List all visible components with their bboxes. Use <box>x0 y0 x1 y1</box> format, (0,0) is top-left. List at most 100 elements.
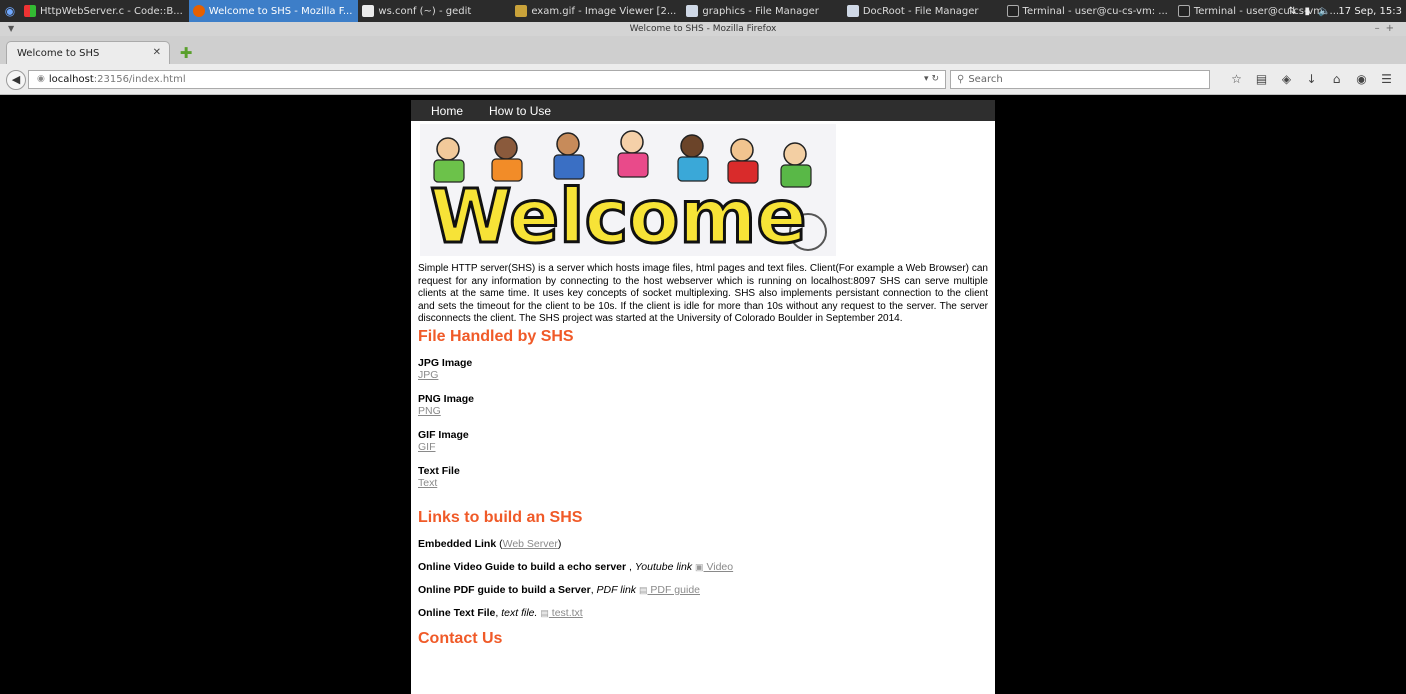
image-viewer-icon <box>515 5 528 17</box>
welcome-banner-art: Welcome <box>420 124 836 256</box>
file-type-jpg: JPG Image JPG <box>418 357 988 382</box>
home-icon[interactable]: ⌂ <box>1324 70 1349 89</box>
close-icon[interactable]: ✕ <box>153 47 161 58</box>
os-taskbar: ◉ HttpWebServer.c - Code::B... Welcome t… <box>0 0 1406 22</box>
video-icon: ▣ <box>695 561 704 572</box>
file-type-png: PNG Image PNG <box>418 393 988 418</box>
dropdown-icon[interactable]: ▾ <box>924 74 929 84</box>
taskbar-item-firefox[interactable]: Welcome to SHS - Mozilla F... <box>188 0 359 22</box>
pdf-guide-link[interactable]: PDF guide <box>647 584 700 596</box>
text-link[interactable]: Text <box>418 477 437 489</box>
back-button[interactable]: ◀ <box>6 70 26 90</box>
video-link[interactable]: Video <box>704 561 733 573</box>
pdf-guide-row: Online PDF guide to build a Server, PDF … <box>418 584 988 596</box>
chat-icon[interactable]: ◉ <box>1349 70 1374 89</box>
text-file-row: Online Text File, text file. ▤ test.txt <box>418 607 988 619</box>
file-type-title: PNG Image <box>418 392 475 405</box>
intro-paragraph: Simple HTTP server(SHS) is a server whic… <box>418 263 988 325</box>
terminal-icon <box>1006 5 1019 17</box>
reload-icon[interactable]: ↻ <box>931 74 939 84</box>
test-txt-link[interactable]: test.txt <box>549 607 583 619</box>
bookmark-star-icon[interactable]: ☆ <box>1224 70 1249 89</box>
nav-how-to-use-link[interactable]: How to Use <box>489 104 551 118</box>
welcome-banner-image: Welcome <box>420 124 836 256</box>
text-file-title: Online Text File <box>418 606 496 619</box>
site-nav: Home How to Use <box>411 100 995 121</box>
hamburger-menu-icon[interactable]: ☰ <box>1374 70 1399 89</box>
new-tab-icon[interactable]: ✚ <box>178 45 194 61</box>
pocket-icon[interactable]: ◈ <box>1274 70 1299 89</box>
pdf-guide-desc: PDF link <box>596 583 637 596</box>
welcome-banner-text: Welcome <box>430 174 807 256</box>
volume-icon[interactable]: 🔈 <box>1318 6 1330 17</box>
pdf-guide-title: Online PDF guide to build a Server <box>418 583 591 596</box>
taskbar-item-label: exam.gif - Image Viewer [2... <box>531 5 677 17</box>
url-bar[interactable]: ◉ localhost :23156/index.html ▾ ↻ <box>28 70 946 89</box>
file-type-title: GIF Image <box>418 428 469 441</box>
clock[interactable]: 17 Sep, 15:3 <box>1338 6 1402 17</box>
taskbar-item-codeblocks[interactable]: HttpWebServer.c - Code::B... <box>20 0 189 22</box>
nav-home-link[interactable]: Home <box>431 104 463 118</box>
tab-title: Welcome to SHS <box>17 47 100 59</box>
file-type-text: Text File Text <box>418 465 988 490</box>
search-icon: ⚲ <box>957 74 965 85</box>
embedded-link-title: Embedded Link <box>418 537 497 550</box>
globe-icon: ◉ <box>37 74 45 84</box>
taskbar-item-label: ws.conf (~) - gedit <box>378 5 472 17</box>
embedded-link-row: Embedded Link (Web Server) <box>418 538 988 550</box>
browser-toolbar-icons: ☆ ▤ ◈ ↓ ⌂ ◉ ☰ <box>1224 70 1399 89</box>
text-file-desc: text file. <box>501 606 538 619</box>
url-host: localhost <box>48 74 94 85</box>
download-icon[interactable]: ↓ <box>1299 70 1324 89</box>
folder-icon <box>846 5 859 17</box>
paren-close: ) <box>557 537 562 550</box>
video-guide-row: Online Video Guide to build a echo serve… <box>418 561 988 573</box>
tab-welcome-to-shs[interactable]: Welcome to SHS ✕ <box>6 41 170 64</box>
battery-icon[interactable]: ▮ <box>1304 6 1310 17</box>
start-menu-icon[interactable]: ◉ <box>0 0 20 22</box>
document-icon: ▤ <box>540 607 549 618</box>
separator: , <box>626 560 635 573</box>
main-content: Simple HTTP server(SHS) is a server whic… <box>411 263 995 648</box>
url-actions[interactable]: ▾ ↻ <box>924 71 939 88</box>
system-tray: ⇅ ▮ 🔈 17 Sep, 15:3 <box>1288 0 1406 22</box>
web-server-link[interactable]: Web Server <box>503 538 558 550</box>
jpg-link[interactable]: JPG <box>418 369 438 381</box>
page-content: Home How to Use Welcome Simple HTTP serv… <box>411 100 995 694</box>
video-guide-title: Online Video Guide to build a echo serve… <box>418 560 627 573</box>
navigation-toolbar: ◀ ◉ localhost :23156/index.html ▾ ↻ ⚲ Se… <box>0 64 1406 95</box>
taskbar-item-terminal-1[interactable]: Terminal - user@cu-cs-vm: ... <box>1003 0 1174 22</box>
files-heading: File Handled by SHS <box>418 327 574 345</box>
links-heading: Links to build an SHS <box>418 508 583 526</box>
taskbar-item-label: Terminal - user@cu-cs-vm: ... <box>1022 5 1168 17</box>
gedit-icon <box>362 5 375 17</box>
codeblocks-icon <box>24 5 36 17</box>
bookmarks-list-icon[interactable]: ▤ <box>1249 70 1274 89</box>
tab-strip: Welcome to SHS ✕ ✚ <box>0 36 1406 64</box>
search-placeholder: Search <box>968 74 1003 85</box>
terminal-icon <box>1177 5 1190 17</box>
network-icon[interactable]: ⇅ <box>1288 6 1296 17</box>
taskbar-item-label: graphics - File Manager <box>702 5 819 17</box>
search-input[interactable]: ⚲ Search <box>950 70 1210 89</box>
file-type-title: JPG Image <box>418 356 473 369</box>
gif-link[interactable]: GIF <box>418 441 436 453</box>
window-menu-icon[interactable]: ▼ <box>8 22 14 36</box>
taskbar-item-file-manager-docroot[interactable]: DocRoot - File Manager <box>843 0 985 22</box>
taskbar-item-label: Welcome to SHS - Mozilla F... <box>208 5 353 17</box>
url-path: :23156/index.html <box>93 74 186 85</box>
window-controls[interactable]: –+ <box>1375 22 1400 36</box>
taskbar-item-image-viewer[interactable]: exam.gif - Image Viewer [2... <box>511 0 682 22</box>
png-link[interactable]: PNG <box>418 405 441 417</box>
taskbar-item-label: DocRoot - File Manager <box>862 5 979 17</box>
contact-heading: Contact Us <box>418 629 503 647</box>
taskbar-item-file-manager-graphics[interactable]: graphics - File Manager <box>682 0 824 22</box>
file-type-title: Text File <box>418 464 460 477</box>
window-title: Welcome to SHS - Mozilla Firefox <box>629 24 777 34</box>
folder-icon <box>686 5 699 17</box>
taskbar-item-label: HttpWebServer.c - Code::B... <box>40 5 183 17</box>
taskbar-item-gedit[interactable]: ws.conf (~) - gedit <box>358 0 477 22</box>
arrow-left-icon: ◀ <box>11 73 21 86</box>
window-titlebar: ▼ Welcome to SHS - Mozilla Firefox –+ <box>0 22 1406 36</box>
file-type-gif: GIF Image GIF <box>418 429 988 454</box>
